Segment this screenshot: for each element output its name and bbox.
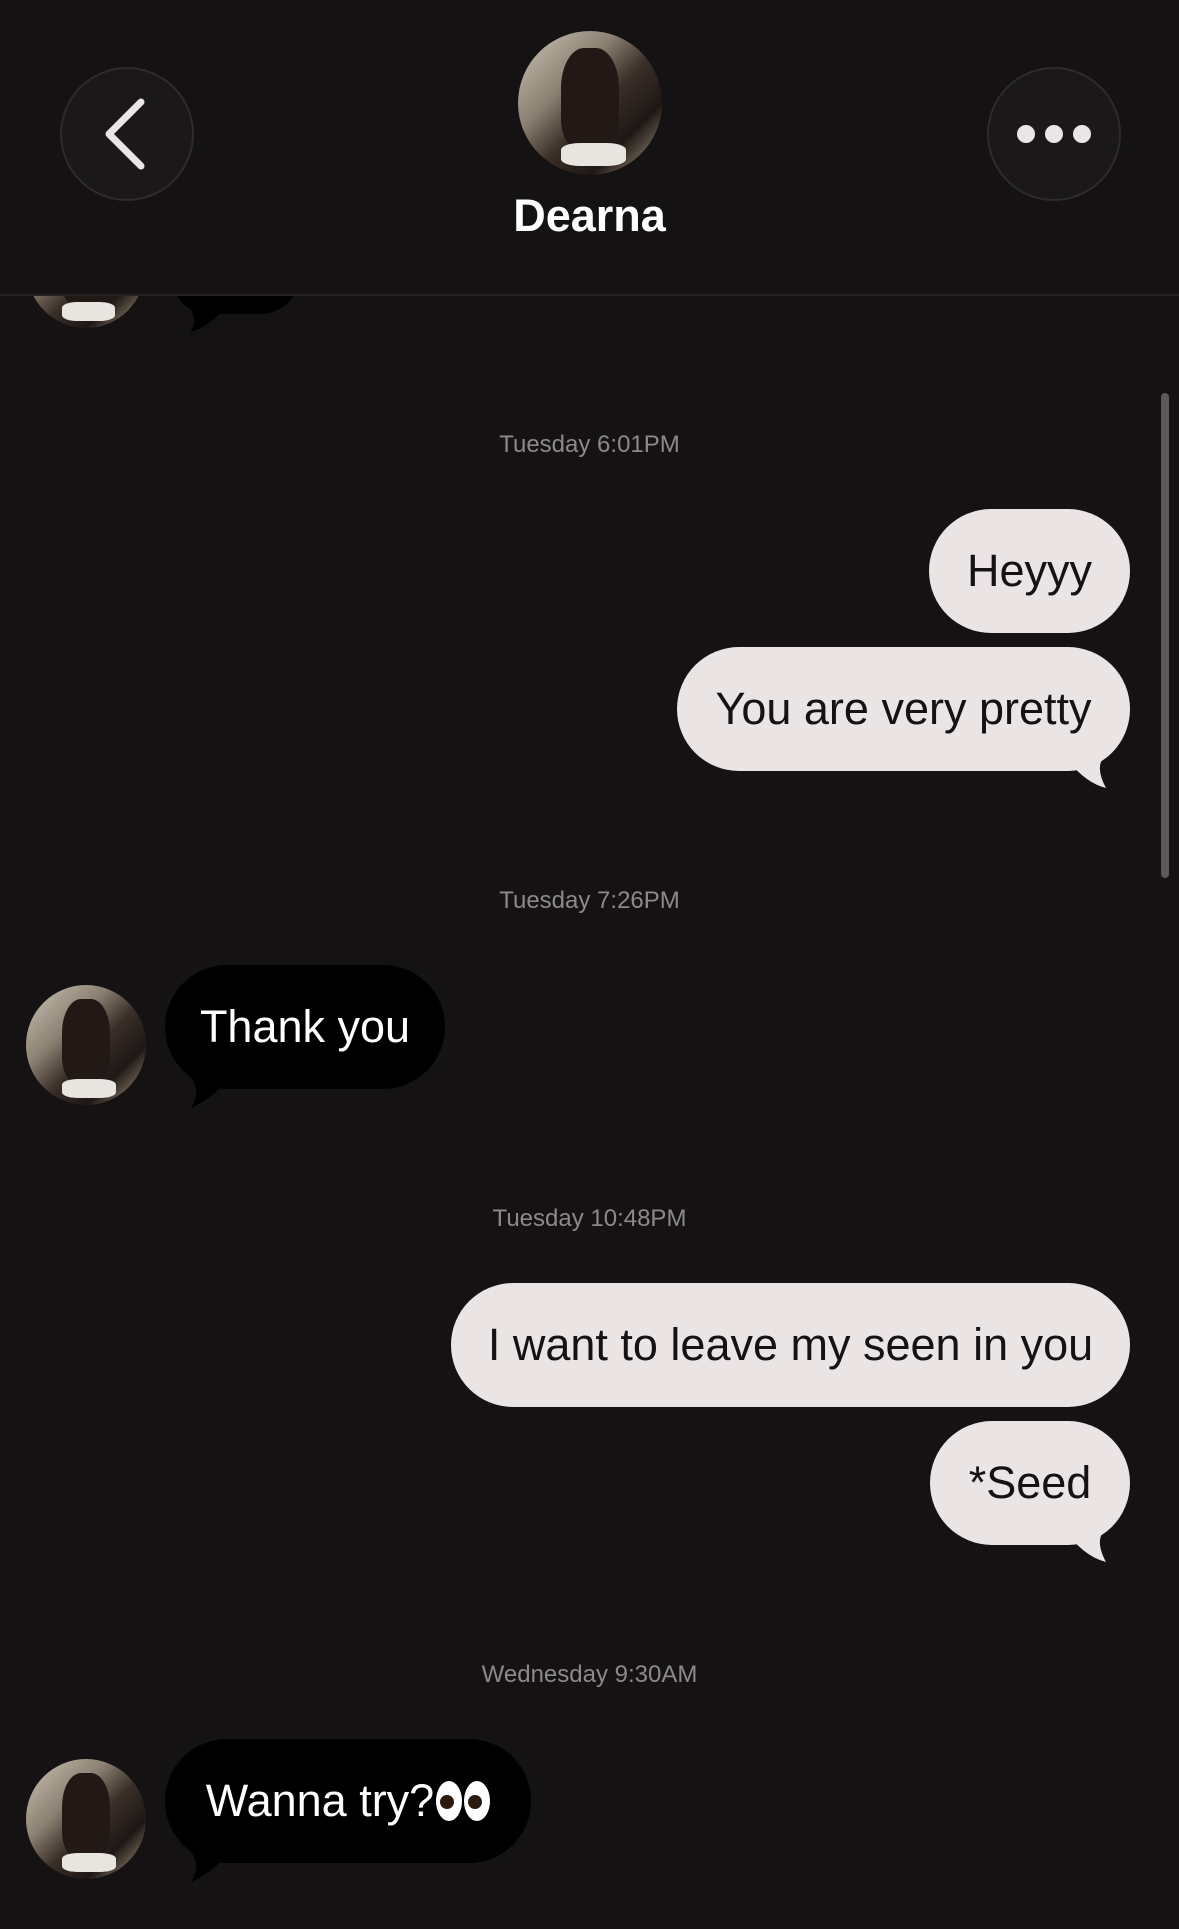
eyes-emoji-icon bbox=[436, 1781, 491, 1821]
bubble-tail bbox=[185, 300, 230, 332]
bubble-tail bbox=[187, 1072, 235, 1108]
timestamp: Wednesday 9:30AM bbox=[481, 1661, 698, 1688]
timestamp: Tuesday 7:26PM bbox=[499, 887, 680, 914]
timestamp: Tuesday 6:01PM bbox=[499, 431, 680, 458]
scrollbar[interactable] bbox=[1161, 393, 1169, 878]
bubble-tail bbox=[1062, 1526, 1110, 1562]
contact-avatar[interactable] bbox=[518, 31, 662, 175]
chevron-left-icon bbox=[105, 98, 145, 170]
incoming-message[interactable]: Wanna try? bbox=[165, 1739, 531, 1863]
outgoing-message[interactable]: I want to leave my seen in you bbox=[451, 1283, 1130, 1407]
incoming-message[interactable]: Thank you bbox=[165, 965, 445, 1089]
chat-header: Dearna bbox=[0, 0, 1179, 296]
contact-avatar[interactable] bbox=[26, 1759, 146, 1879]
more-horizontal-icon bbox=[1017, 125, 1091, 143]
eye-shape bbox=[464, 1781, 491, 1821]
eye-shape bbox=[436, 1781, 463, 1821]
contact-avatar[interactable] bbox=[26, 985, 146, 1105]
bubble-tail bbox=[187, 1846, 235, 1882]
timestamp: Tuesday 10:48PM bbox=[492, 1205, 687, 1232]
bubble-tail bbox=[1062, 752, 1110, 788]
outgoing-message[interactable]: Heyyy bbox=[929, 509, 1130, 633]
message-text: Wanna try? bbox=[205, 1775, 435, 1826]
more-options-button[interactable] bbox=[987, 67, 1121, 201]
contact-name[interactable]: Dearna bbox=[0, 190, 1179, 242]
back-button[interactable] bbox=[60, 67, 194, 201]
